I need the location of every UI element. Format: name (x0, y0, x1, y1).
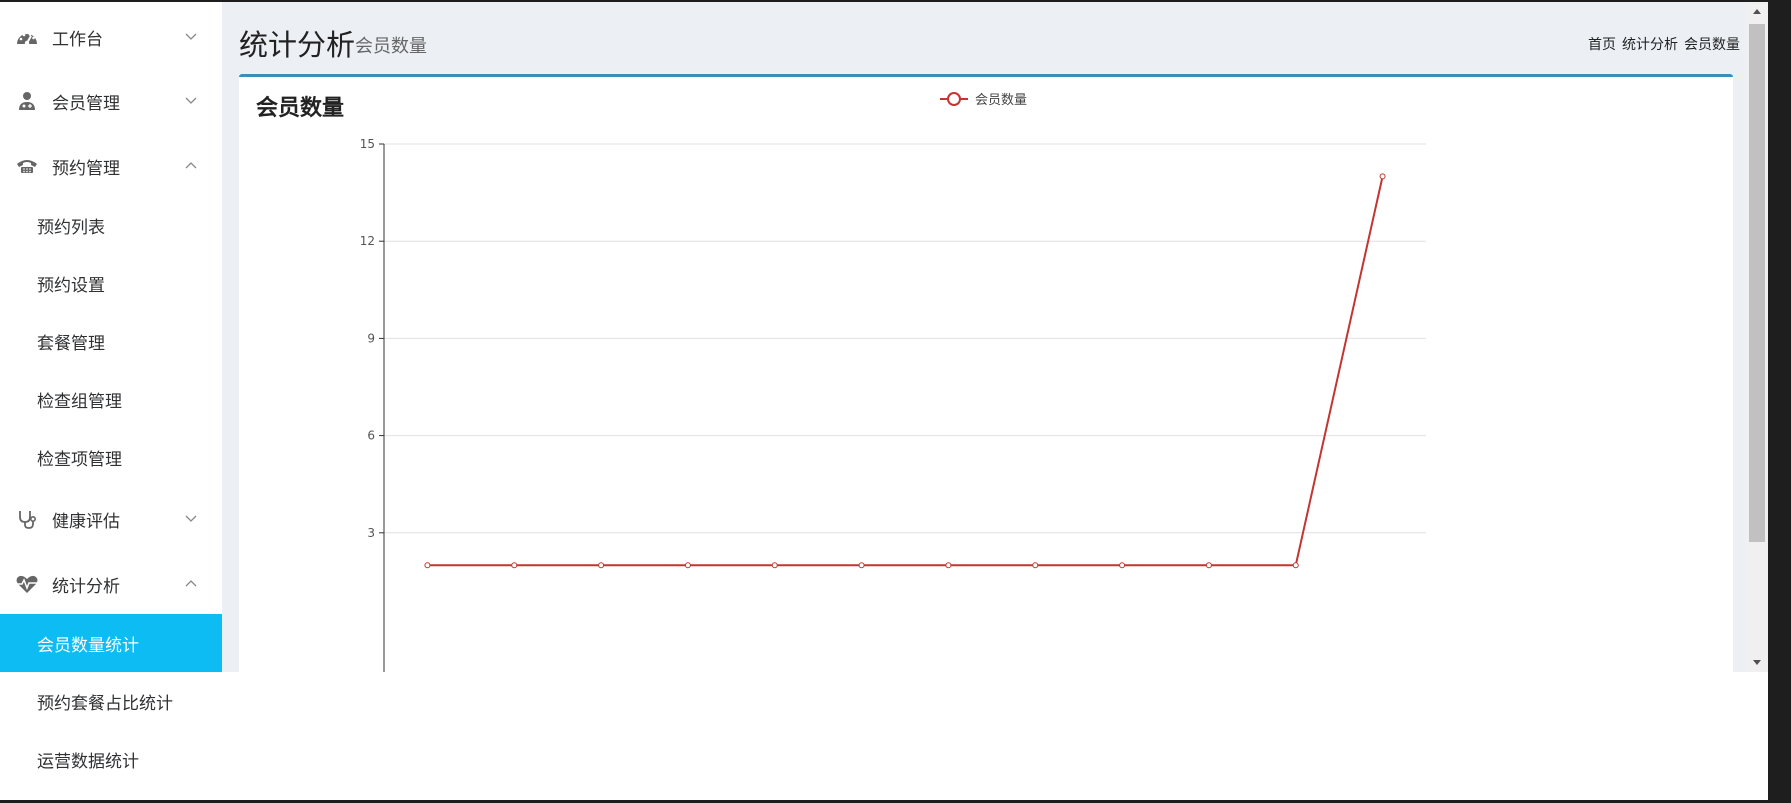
sidebar-item-label: 预约列表 (37, 217, 105, 238)
data-point[interactable] (1205, 562, 1212, 569)
data-point[interactable] (1379, 173, 1386, 180)
menu-group-label: 会员管理 (52, 93, 120, 114)
chevron-down-icon (185, 97, 197, 104)
page-title: 统计分析 (239, 28, 356, 62)
menu-group-label: 健康评估 (52, 511, 120, 532)
scroll-up-arrow-icon[interactable] (1746, 2, 1768, 22)
chevron-up-icon (185, 580, 197, 587)
page-subtitle: 会员数量 (355, 36, 427, 57)
menu-group-workbench[interactable]: 工作台 (0, 5, 222, 69)
menu-group-label: 工作台 (52, 29, 103, 50)
scrollbar-thumb[interactable] (1749, 24, 1765, 542)
data-point[interactable] (858, 562, 865, 569)
sidebar-item-reservation-settings[interactable]: 预约设置 (0, 254, 222, 312)
legend-marker-icon (940, 91, 968, 106)
sidebar-item-checkitem-management[interactable]: 检查项管理 (0, 428, 222, 486)
user-doctor-icon (15, 89, 39, 113)
y-tick-label: 12 (360, 234, 375, 248)
sidebar-item-label: 预约套餐占比统计 (37, 693, 173, 714)
line-chart: 3 6 9 12 15 (360, 137, 1426, 672)
chart-legend[interactable]: 会员数量 (939, 89, 1027, 108)
y-tick-label: 3 (367, 526, 375, 540)
sidebar-item-reservation-list[interactable]: 预约列表 (0, 196, 222, 254)
sidebar-item-label: 套餐管理 (37, 333, 105, 354)
breadcrumb-statistics[interactable]: 统计分析 (1622, 34, 1678, 54)
data-point[interactable] (1119, 562, 1126, 569)
chevron-down-icon (185, 33, 197, 40)
sidebar-item-package-management[interactable]: 套餐管理 (0, 312, 222, 370)
data-point[interactable] (1032, 562, 1039, 569)
data-point[interactable] (424, 562, 431, 569)
breadcrumb: 首页 统计分析 会员数量 (1588, 34, 1740, 54)
y-tick-label: 15 (360, 137, 375, 151)
data-point[interactable] (945, 562, 952, 569)
breadcrumb-home[interactable]: 首页 (1588, 34, 1616, 54)
sidebar-item-label: 检查组管理 (37, 391, 122, 412)
y-tick-label: 6 (367, 429, 375, 443)
data-point[interactable] (511, 562, 518, 569)
sidebar-item-label: 运营数据统计 (37, 751, 139, 772)
chevron-up-icon (185, 162, 197, 169)
phone-icon (15, 154, 39, 178)
app-window: 工作台 会员管理 预约管理 预约列表 预约设置 套餐管理 检查组管理 检查项管理… (0, 2, 1768, 800)
data-point[interactable] (1292, 562, 1299, 569)
dashboard-icon (15, 25, 39, 49)
data-point[interactable] (684, 562, 691, 569)
chart-card: 3 6 9 12 15 会员数量 会员数量 (239, 74, 1733, 672)
stethoscope-icon (15, 507, 39, 531)
menu-group-reservation[interactable]: 预约管理 (0, 134, 222, 198)
main-content: 统计分析 会员数量 首页 统计分析 会员数量 3 6 9 12 15 会员数量 会员数量 (222, 2, 1746, 672)
menu-group-health-assessment[interactable]: 健康评估 (0, 487, 222, 551)
breadcrumb-current: 会员数量 (1684, 37, 1740, 53)
sidebar-item-operations-stats[interactable]: 运营数据统计 (0, 730, 222, 788)
scroll-down-arrow-icon[interactable] (1746, 652, 1768, 672)
legend-label: 会员数量 (975, 93, 1028, 108)
sidebar-item-label: 预约设置 (37, 275, 105, 296)
sidebar-item-package-ratio-stats[interactable]: 预约套餐占比统计 (0, 672, 222, 730)
menu-group-label: 统计分析 (52, 576, 120, 597)
menu-group-label: 预约管理 (52, 158, 120, 179)
menu-group-statistics[interactable]: 统计分析 (0, 552, 222, 616)
menu-group-member[interactable]: 会员管理 (0, 69, 222, 133)
sidebar-item-label: 会员数量统计 (37, 635, 139, 656)
sidebar-item-member-count-stats[interactable]: 会员数量统计 (0, 614, 222, 672)
series-line (427, 176, 1384, 567)
card-title: 会员数量 (256, 96, 345, 121)
sidebar-item-checkgroup-management[interactable]: 检查组管理 (0, 370, 222, 428)
data-point[interactable] (598, 562, 605, 569)
vertical-scrollbar[interactable] (1746, 2, 1768, 672)
y-tick-label: 9 (367, 331, 375, 345)
sidebar-item-label: 检查项管理 (37, 449, 122, 470)
chevron-down-icon (185, 515, 197, 522)
sidebar: 工作台 会员管理 预约管理 预约列表 预约设置 套餐管理 检查组管理 检查项管理… (0, 2, 222, 800)
data-point[interactable] (771, 562, 778, 569)
heartbeat-icon (15, 572, 39, 596)
